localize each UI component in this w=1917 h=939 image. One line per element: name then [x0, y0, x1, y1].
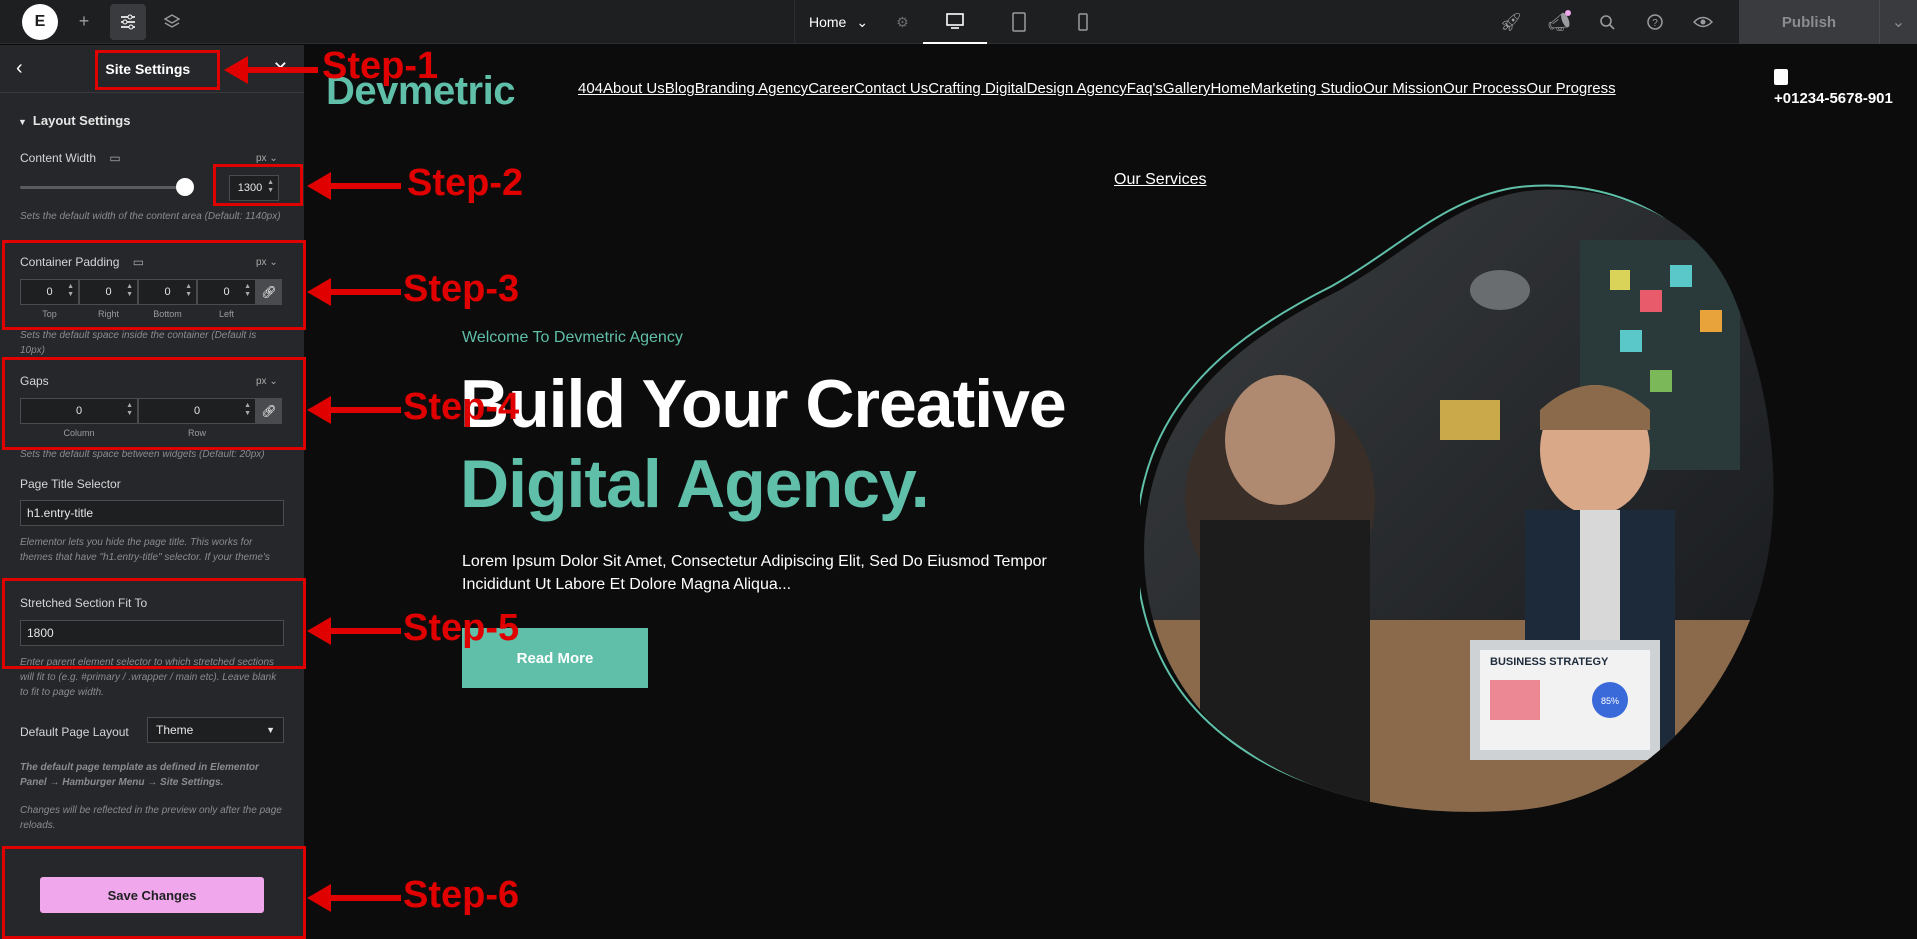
search-icon[interactable]: [1589, 4, 1625, 40]
nav-item[interactable]: Our Progress: [1526, 80, 1615, 97]
desktop-responsive-icon[interactable]: ▭: [109, 151, 120, 165]
annotation-arrow-step2: [307, 172, 401, 200]
tablet-view-icon[interactable]: [987, 0, 1051, 44]
add-element-icon[interactable]: +: [66, 4, 102, 40]
desktop-view-icon[interactable]: [922, 0, 987, 44]
annotation-step3-label: Step-3: [403, 268, 520, 310]
page-select[interactable]: Home ⌄ ⚙: [794, 0, 923, 44]
hero-headline-line2: Digital Agency.: [460, 446, 930, 522]
annotation-arrow-step3: [307, 278, 401, 306]
layout-settings-section[interactable]: ▼ Layout Settings: [18, 113, 130, 128]
annotation-box-step1: [95, 50, 220, 90]
annotation-box-step2: [213, 164, 303, 206]
phone-icon: [1774, 69, 1788, 85]
publish-button[interactable]: Publish: [1739, 0, 1879, 44]
hero-image: BUSINESS STRATEGY 85%: [1140, 184, 1774, 812]
annotation-step1-label: Step-1: [322, 45, 439, 87]
annotation-step2-label: Step-2: [407, 162, 524, 204]
annotation-step4-label: Step-4: [403, 386, 520, 428]
default-page-layout-help: The default page template as defined in …: [20, 762, 259, 788]
page-name: Home: [809, 14, 847, 30]
caret-down-icon: ▼: [18, 117, 27, 127]
content-width-slider-track[interactable]: [20, 186, 182, 189]
content-width-slider-handle[interactable]: [176, 178, 194, 196]
default-page-layout-select[interactable]: Theme ▼: [147, 717, 284, 743]
mobile-view-icon[interactable]: [1051, 0, 1115, 44]
section-title-label: Layout Settings: [32, 113, 131, 128]
content-width-unit[interactable]: px ⌄: [256, 153, 278, 164]
page-title-selector-help: Elementor lets you hide the page title. …: [20, 537, 270, 563]
help-icon[interactable]: ?: [1637, 4, 1673, 40]
rocket-icon[interactable]: 🚀︎: [1493, 4, 1529, 40]
chevron-down-icon: ⌄: [856, 13, 869, 30]
site-settings-icon[interactable]: [110, 3, 146, 40]
nav-item[interactable]: 404: [578, 80, 603, 97]
elementor-logo-icon[interactable]: E: [22, 3, 58, 40]
notifications-icon[interactable]: 📣︎: [1541, 4, 1577, 40]
caret-down-icon: ▼: [266, 725, 275, 735]
annotation-step6-label: Step-6: [403, 874, 520, 916]
nav-item[interactable]: About Us: [603, 80, 665, 97]
annotation-arrow-step5: [307, 617, 401, 645]
laptop-screen-title: BUSINESS STRATEGY: [1490, 656, 1609, 668]
content-width-help: Sets the default width of the content ar…: [20, 211, 281, 222]
reload-note: Changes will be reflected in the preview…: [20, 805, 282, 831]
nav-item[interactable]: Design Agency: [1027, 80, 1127, 97]
nav-item[interactable]: Branding Agency: [695, 80, 808, 97]
main-nav: 404 About Us Blog Branding Agency Career…: [578, 80, 1616, 97]
nav-item[interactable]: Gallery: [1163, 80, 1211, 97]
svg-text:?: ?: [1652, 18, 1658, 29]
content-width-label: Content Width ▭: [20, 151, 121, 165]
page-title-selector-input[interactable]: h1.entry-title: [20, 500, 284, 526]
back-arrow-icon[interactable]: ‹: [16, 57, 23, 80]
nav-item[interactable]: Career: [808, 80, 854, 97]
phone-number[interactable]: +01234-5678-901: [1774, 90, 1893, 107]
welcome-subtitle: Welcome To Devmetric Agency: [462, 329, 683, 346]
annotation-arrow-step4: [307, 396, 401, 424]
page-preview: Devmetric 404 About Us Blog Branding Age…: [304, 45, 1917, 939]
hero-body-text: Lorem Ipsum Dolor Sit Amet, Consectetur …: [462, 553, 1047, 593]
default-page-layout-label: Default Page Layout: [20, 725, 129, 739]
nav-item[interactable]: Faq's: [1127, 80, 1163, 97]
annotation-arrow-step6: [307, 884, 401, 912]
annotation-box-step5: [2, 578, 306, 669]
laptop-screen-percent: 85%: [1601, 696, 1619, 706]
publish-options-chevron-icon[interactable]: ⌄: [1879, 0, 1917, 44]
page-title-selector-label: Page Title Selector: [20, 477, 121, 491]
nav-item[interactable]: Our Process: [1443, 80, 1526, 97]
annotation-box-step3: [2, 240, 306, 330]
nav-item[interactable]: Blog: [665, 80, 695, 97]
container-padding-help: Sets the default space inside the contai…: [20, 330, 257, 356]
hero-headline-line1: Build Your Creative: [460, 366, 1067, 442]
nav-item[interactable]: Crafting Digital: [928, 80, 1026, 97]
annotation-box-step4: [2, 357, 306, 450]
nav-item[interactable]: Home: [1210, 80, 1250, 97]
annotation-arrow-step1: [224, 56, 318, 84]
annotation-box-step6: [2, 846, 306, 939]
structure-layers-icon[interactable]: [154, 4, 190, 40]
page-settings-gear-icon[interactable]: ⚙: [896, 14, 909, 31]
nav-item[interactable]: Marketing Studio: [1250, 80, 1363, 97]
annotation-step5-label: Step-5: [403, 607, 520, 649]
nav-item[interactable]: Our Mission: [1363, 80, 1443, 97]
preview-eye-icon[interactable]: [1685, 4, 1721, 40]
top-bar: E + Home ⌄ ⚙ 🚀︎ 📣︎ ? Publish ⌄: [0, 0, 1917, 44]
nav-item[interactable]: Contact Us: [854, 80, 928, 97]
